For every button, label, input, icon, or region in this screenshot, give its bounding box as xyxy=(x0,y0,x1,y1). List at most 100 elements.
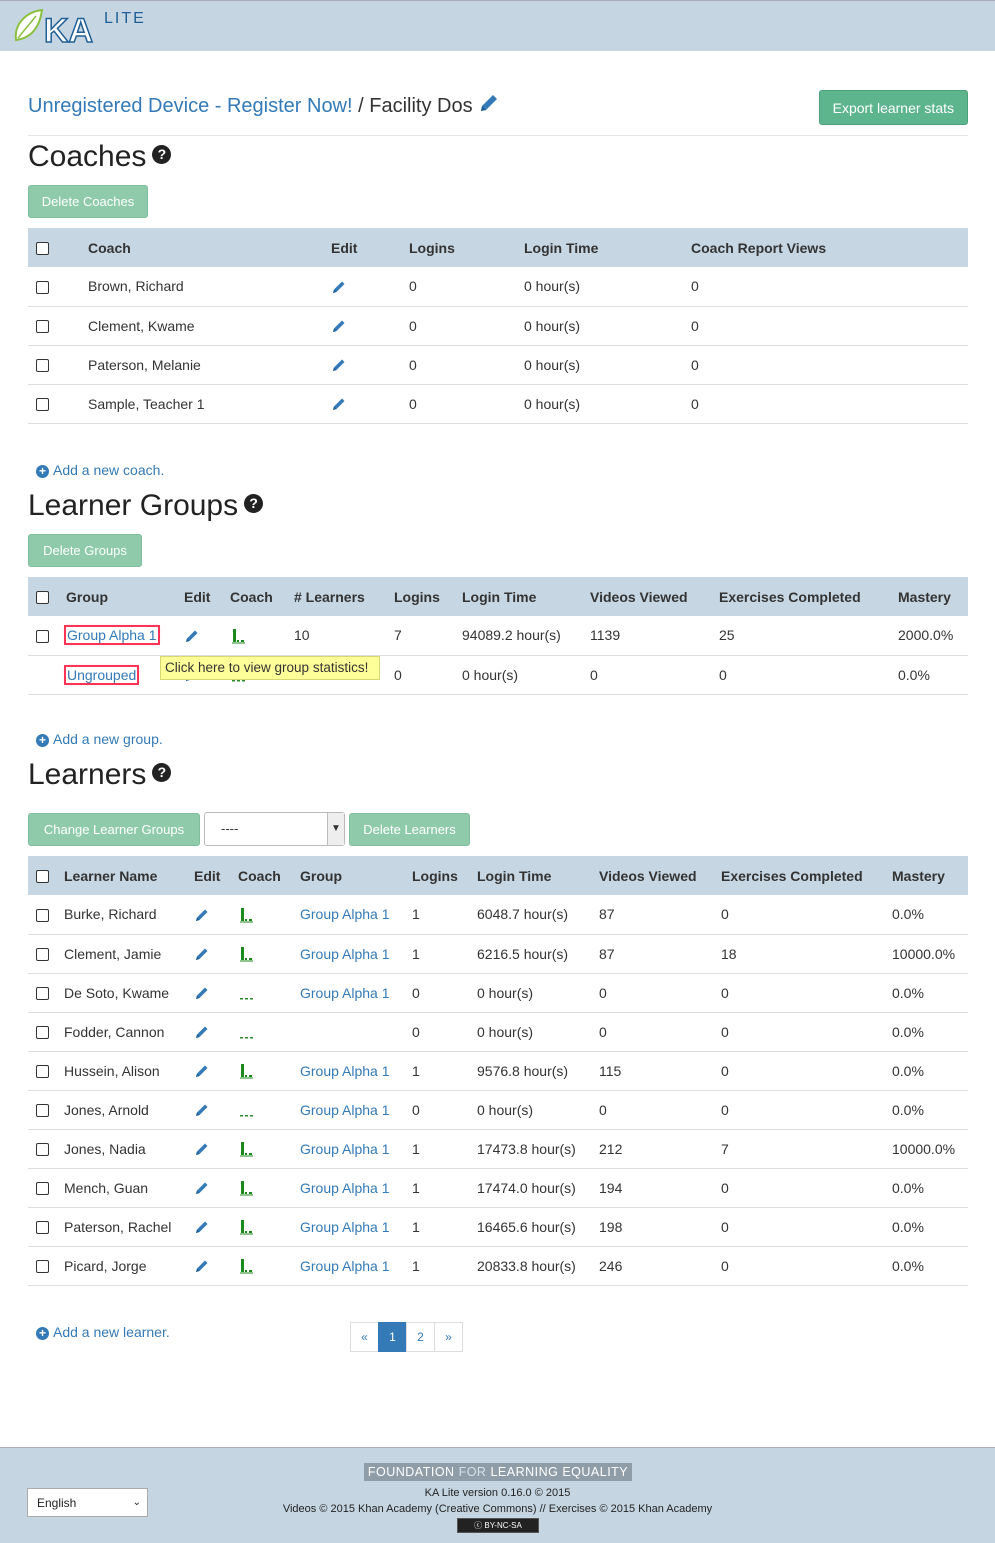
select-all-coaches-checkbox[interactable] xyxy=(36,242,49,256)
coach-report-empty-chart-icon[interactable] xyxy=(238,1024,254,1040)
learner-checkbox[interactable] xyxy=(36,948,49,962)
coach-report-bar-chart-icon[interactable] xyxy=(238,946,254,962)
col-exercises-completed[interactable]: Exercises Completed xyxy=(713,577,892,616)
coach-checkbox[interactable] xyxy=(36,359,49,373)
delete-learners-button[interactable]: Delete Learners xyxy=(349,813,470,846)
select-all-groups-checkbox[interactable] xyxy=(36,591,49,605)
learner-group-link[interactable]: Group Alpha 1 xyxy=(300,985,390,1001)
pagination-page-2[interactable]: 2 xyxy=(406,1322,435,1352)
learner-group-link[interactable]: Group Alpha 1 xyxy=(300,1102,390,1118)
col-coach[interactable]: Coach xyxy=(82,228,325,267)
learner-group-link[interactable]: Group Alpha 1 xyxy=(300,1141,390,1157)
edit-facility-pencil-icon[interactable] xyxy=(478,92,500,114)
col-mastery[interactable]: Mastery xyxy=(892,577,968,616)
learner-group-link[interactable]: Group Alpha 1 xyxy=(300,1180,390,1196)
col-group[interactable]: Group xyxy=(294,856,406,895)
select-all-learners-checkbox[interactable] xyxy=(36,870,49,884)
coach-report-bar-chart-icon[interactable] xyxy=(238,1258,254,1274)
language-select[interactable]: English ⌄ xyxy=(27,1488,148,1517)
pagination-next[interactable]: » xyxy=(434,1322,463,1352)
learner-checkbox[interactable] xyxy=(36,1260,49,1274)
edit-coach-pencil-icon[interactable] xyxy=(331,357,347,373)
export-learner-stats-button[interactable]: Export learner stats xyxy=(818,90,968,125)
learner-checkbox[interactable] xyxy=(36,1104,49,1118)
coach-logins: 0 xyxy=(403,306,518,346)
col-exercises-completed[interactable]: Exercises Completed xyxy=(715,856,886,895)
learner-checkbox[interactable] xyxy=(36,1026,49,1040)
learner-group-link[interactable]: Group Alpha 1 xyxy=(300,946,390,962)
group-name-link[interactable]: Ungrouped xyxy=(63,664,140,685)
delete-groups-button[interactable]: Delete Groups xyxy=(28,534,142,567)
learners-help-icon[interactable]: ? xyxy=(152,763,172,782)
learner-exercises-completed: 0 xyxy=(715,1090,886,1130)
coach-report-bar-chart-icon[interactable] xyxy=(230,628,246,644)
learner-checkbox[interactable] xyxy=(36,987,49,1001)
learner-checkbox[interactable] xyxy=(36,1182,49,1196)
coach-report-empty-chart-icon[interactable] xyxy=(238,985,254,1001)
add-learner-link[interactable]: + Add a new learner. xyxy=(36,1324,170,1340)
edit-coach-pencil-icon[interactable] xyxy=(331,396,347,412)
edit-learner-pencil-icon[interactable] xyxy=(194,1180,210,1196)
coach-checkbox[interactable] xyxy=(36,281,49,295)
col-num-learners[interactable]: # Learners xyxy=(288,577,388,616)
register-device-link[interactable]: Unregistered Device - Register Now! xyxy=(28,95,353,117)
edit-coach-pencil-icon[interactable] xyxy=(331,318,347,334)
coach-checkbox[interactable] xyxy=(36,398,49,412)
col-learner-name[interactable]: Learner Name xyxy=(58,856,188,895)
edit-learner-pencil-icon[interactable] xyxy=(194,1258,210,1274)
coaches-help-icon[interactable]: ? xyxy=(152,145,172,164)
edit-learner-pencil-icon[interactable] xyxy=(194,1141,210,1157)
add-coach-link[interactable]: + Add a new coach. xyxy=(36,462,164,478)
edit-learner-pencil-icon[interactable] xyxy=(194,946,210,962)
edit-coach-pencil-icon[interactable] xyxy=(331,279,347,295)
col-videos-viewed[interactable]: Videos Viewed xyxy=(584,577,713,616)
edit-learner-pencil-icon[interactable] xyxy=(194,907,210,923)
change-learner-groups-button[interactable]: Change Learner Groups xyxy=(28,813,200,846)
group-name-link[interactable]: Group Alpha 1 xyxy=(64,625,160,646)
coach-report-bar-chart-icon[interactable] xyxy=(238,907,254,923)
col-login-time[interactable]: Login Time xyxy=(518,228,685,267)
edit-group-pencil-icon[interactable] xyxy=(184,628,200,644)
edit-learner-pencil-icon[interactable] xyxy=(194,985,210,1001)
group-checkbox[interactable] xyxy=(36,630,49,644)
group-videos-viewed: 0 xyxy=(584,655,713,695)
coach-report-bar-chart-icon[interactable] xyxy=(238,1180,254,1196)
learner-group-link[interactable]: Group Alpha 1 xyxy=(300,906,390,922)
coach-report-empty-chart-icon[interactable] xyxy=(238,1102,254,1118)
col-logins[interactable]: Logins xyxy=(403,228,518,267)
learner-mastery: 0.0% xyxy=(886,1246,968,1286)
coach-report-bar-chart-icon[interactable] xyxy=(238,1063,254,1079)
fle-logo[interactable]: FOUNDATION FOR LEARNING EQUALITY xyxy=(364,1463,632,1481)
learner-group-link[interactable]: Group Alpha 1 xyxy=(300,1219,390,1235)
group-select[interactable]: ---- ▼ xyxy=(204,812,345,846)
coach-checkbox[interactable] xyxy=(36,320,49,334)
pagination-page-1[interactable]: 1 xyxy=(378,1322,407,1352)
groups-help-icon[interactable]: ? xyxy=(244,494,264,513)
col-videos-viewed[interactable]: Videos Viewed xyxy=(593,856,715,895)
learner-exercises-completed: 0 xyxy=(715,1012,886,1052)
edit-learner-pencil-icon[interactable] xyxy=(194,1102,210,1118)
col-login-time[interactable]: Login Time xyxy=(471,856,593,895)
pagination-prev[interactable]: « xyxy=(350,1322,379,1352)
learner-checkbox[interactable] xyxy=(36,909,49,923)
learner-group-link[interactable]: Group Alpha 1 xyxy=(300,1063,390,1079)
learner-checkbox[interactable] xyxy=(36,1143,49,1157)
col-logins[interactable]: Logins xyxy=(388,577,456,616)
learner-group-link[interactable]: Group Alpha 1 xyxy=(300,1258,390,1274)
coach-report-bar-chart-icon[interactable] xyxy=(238,1141,254,1157)
add-group-link[interactable]: + Add a new group. xyxy=(36,731,163,747)
cc-license-badge[interactable]: ⓒ BY-NC-SA xyxy=(457,1518,539,1533)
learner-checkbox[interactable] xyxy=(36,1065,49,1079)
edit-learner-pencil-icon[interactable] xyxy=(194,1063,210,1079)
col-login-time[interactable]: Login Time xyxy=(456,577,584,616)
edit-learner-pencil-icon[interactable] xyxy=(194,1024,210,1040)
delete-coaches-button[interactable]: Delete Coaches xyxy=(28,185,148,218)
col-coach-report-views[interactable]: Coach Report Views xyxy=(685,228,968,267)
learner-checkbox[interactable] xyxy=(36,1221,49,1235)
edit-learner-pencil-icon[interactable] xyxy=(194,1219,210,1235)
col-logins[interactable]: Logins xyxy=(406,856,471,895)
ka-lite-logo[interactable]: KA LITE xyxy=(12,6,152,46)
col-mastery[interactable]: Mastery xyxy=(886,856,968,895)
col-group[interactable]: Group xyxy=(60,577,178,616)
coach-report-bar-chart-icon[interactable] xyxy=(238,1219,254,1235)
